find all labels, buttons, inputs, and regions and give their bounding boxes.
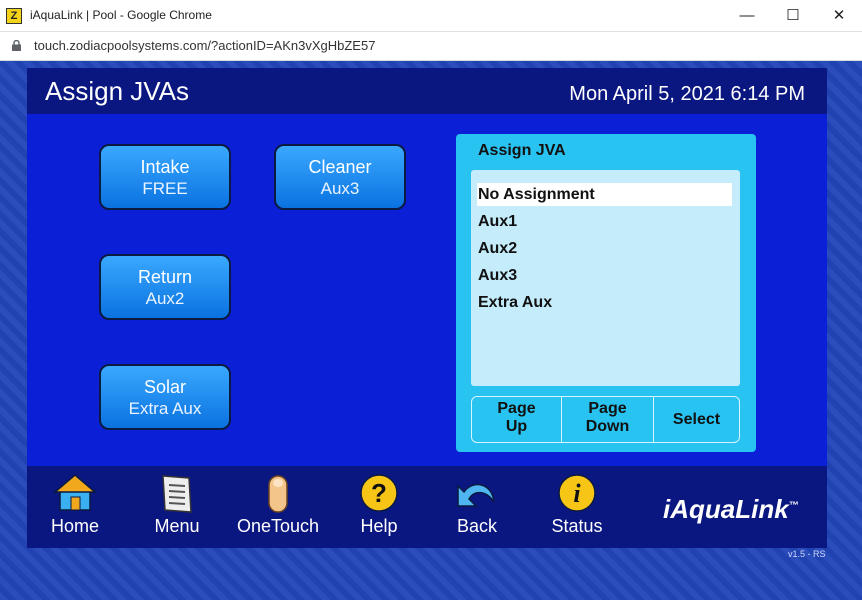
zodiac-app-icon: Z	[6, 8, 22, 24]
page-down-line2: Down	[585, 418, 630, 435]
back-arrow-icon	[457, 483, 495, 507]
nav-status[interactable]: i Status	[545, 472, 609, 537]
aqualink-panel: Assign JVAs Mon April 5, 2021 6:14 PM In…	[27, 68, 827, 548]
datetime: Mon April 5, 2021 6:14 PM	[569, 83, 805, 105]
iaqualink-logo: iAquaLink™	[663, 494, 799, 525]
page-down-button[interactable]: Page Down	[562, 400, 653, 445]
jva-cleaner-button[interactable]: Cleaner Aux3	[274, 144, 406, 210]
nav-menu-label: Menu	[154, 516, 200, 536]
info-icon: i	[558, 474, 596, 512]
jva-intake-label: Intake	[140, 157, 190, 177]
page-up-line1: Page	[497, 400, 536, 417]
jva-solar-button[interactable]: Solar Extra Aux	[99, 364, 231, 430]
maximize-button[interactable]: ☐	[770, 0, 816, 31]
jva-intake-button[interactable]: Intake FREE	[99, 144, 231, 210]
brand-name: iAquaLink	[663, 494, 789, 524]
close-icon: ✕	[832, 7, 846, 24]
nav-home[interactable]: Home	[43, 472, 107, 537]
finger-touch-icon	[268, 475, 288, 513]
minimize-icon: —	[739, 7, 755, 24]
jva-return-button[interactable]: Return Aux2	[99, 254, 231, 320]
nav-onetouch-label: OneTouch	[236, 516, 320, 536]
nav-back[interactable]: Back	[445, 472, 509, 537]
jva-cleaner-value: Aux3	[320, 179, 360, 198]
lock-icon	[12, 40, 21, 51]
jva-cleaner-label: Cleaner	[308, 157, 372, 177]
window-title: iAquaLink | Pool - Google Chrome	[30, 8, 212, 22]
panel-header: Assign JVAs Mon April 5, 2021 6:14 PM	[27, 68, 827, 114]
jva-solar-value: Extra Aux	[128, 399, 202, 418]
nav-home-label: Home	[50, 516, 99, 536]
minimize-button[interactable]: —	[724, 0, 770, 31]
nav-help[interactable]: ? Help	[347, 472, 411, 537]
jva-solar-label: Solar	[143, 377, 187, 397]
home-icon	[52, 474, 98, 511]
nav-status-label: Status	[551, 516, 603, 536]
option-aux3[interactable]: Aux3	[477, 264, 732, 287]
jva-return-value: Aux2	[145, 289, 185, 308]
page-down-line1: Page	[588, 400, 627, 417]
window-titlebar: Z iAquaLink | Pool - Google Chrome — ☐ ✕	[0, 0, 862, 32]
option-no-assignment[interactable]: No Assignment	[477, 183, 732, 206]
nav-onetouch[interactable]: OneTouch	[233, 472, 323, 537]
brand-trademark: ™	[788, 500, 799, 512]
address-bar[interactable]: touch.zodiacpoolsystems.com/?actionID=AK…	[0, 32, 862, 61]
nav-back-label: Back	[456, 516, 498, 536]
svg-text:i: i	[573, 479, 581, 508]
nav-help-label: Help	[360, 516, 398, 536]
option-extra-aux[interactable]: Extra Aux	[477, 291, 732, 314]
option-aux2[interactable]: Aux2	[477, 237, 732, 260]
assign-options-list: No Assignment Aux1 Aux2 Aux3 Extra Aux	[471, 170, 740, 386]
menu-document-icon	[162, 475, 192, 513]
page-up-line2: Up	[505, 418, 528, 435]
select-button[interactable]: Select	[654, 397, 739, 442]
nav-menu[interactable]: Menu	[145, 472, 209, 537]
option-aux1[interactable]: Aux1	[477, 210, 732, 233]
jva-return-label: Return	[137, 267, 193, 287]
version-label: v1.5 - RS	[788, 549, 826, 559]
maximize-icon: ☐	[786, 7, 800, 24]
page-up-button[interactable]: Page Up	[472, 400, 561, 445]
assign-jva-title: Assign JVA	[478, 142, 566, 159]
url-text[interactable]: touch.zodiacpoolsystems.com/?actionID=AK…	[34, 38, 375, 53]
svg-text:?: ?	[371, 478, 387, 508]
pager-bar: Page Up Page Down Select	[471, 396, 740, 443]
bottom-nav: Home Menu OneTouch ? Help Back i Status …	[27, 466, 827, 548]
close-button[interactable]: ✕	[816, 0, 862, 31]
help-icon: ?	[360, 474, 398, 512]
jva-intake-value: FREE	[142, 179, 188, 198]
assign-jva-dialog: Assign JVA No Assignment Aux1 Aux2 Aux3 …	[456, 134, 756, 452]
page-title: Assign JVAs	[45, 76, 190, 106]
